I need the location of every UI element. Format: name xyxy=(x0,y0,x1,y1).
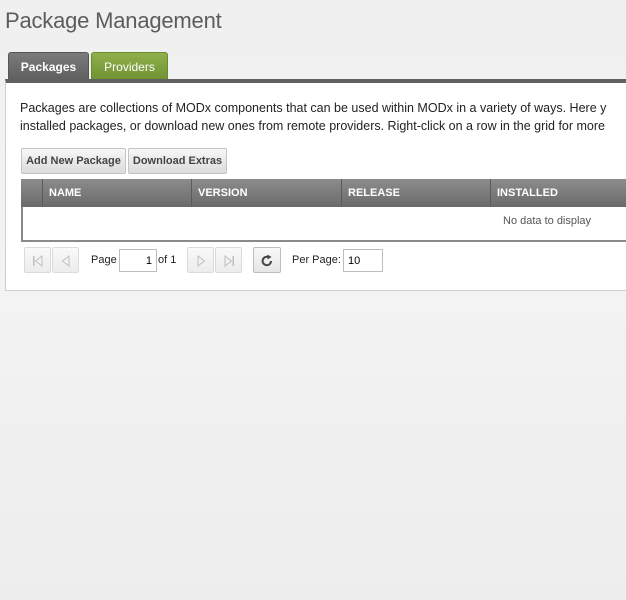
column-installed[interactable]: INSTALLED xyxy=(490,179,626,207)
next-page-icon xyxy=(197,254,206,268)
first-page-icon xyxy=(33,254,43,268)
last-page-icon xyxy=(224,254,234,268)
page-label: Page xyxy=(91,254,117,266)
column-version[interactable]: VERSION xyxy=(191,179,341,207)
packages-grid: NAME VERSION RELEASE INSTALLED No data t… xyxy=(21,179,626,242)
grid-empty-text: No data to display xyxy=(503,215,592,227)
pagination-toolbar: Page of 1 Per Page: xyxy=(21,247,626,275)
column-expander xyxy=(21,179,43,207)
download-extras-button[interactable]: Download Extras xyxy=(128,148,227,174)
first-page-button[interactable] xyxy=(24,247,51,273)
last-page-button[interactable] xyxy=(215,247,242,273)
page-count-label: of 1 xyxy=(158,254,177,266)
prev-page-button[interactable] xyxy=(52,247,79,273)
page-title: Package Management xyxy=(5,8,222,33)
description-line-2: installed packages, or download new ones… xyxy=(20,119,605,133)
panel-description: Packages are collections of MODx compone… xyxy=(20,99,626,135)
column-name[interactable]: NAME xyxy=(42,179,192,207)
refresh-button[interactable] xyxy=(253,247,281,273)
refresh-icon xyxy=(261,254,272,267)
packages-panel: Packages are collections of MODx compone… xyxy=(5,79,626,291)
column-release[interactable]: RELEASE xyxy=(341,179,491,207)
page-number-input[interactable] xyxy=(119,249,157,272)
add-new-package-button[interactable]: Add New Package xyxy=(21,148,126,174)
tab-packages[interactable]: Packages xyxy=(8,52,89,80)
grid-header: NAME VERSION RELEASE INSTALLED xyxy=(21,179,626,207)
prev-page-icon xyxy=(61,254,70,268)
per-page-input[interactable] xyxy=(343,249,383,272)
next-page-button[interactable] xyxy=(187,247,214,273)
tab-providers[interactable]: Providers xyxy=(91,52,168,80)
per-page-label: Per Page: xyxy=(292,254,341,266)
description-line-1: Packages are collections of MODx compone… xyxy=(20,101,607,115)
